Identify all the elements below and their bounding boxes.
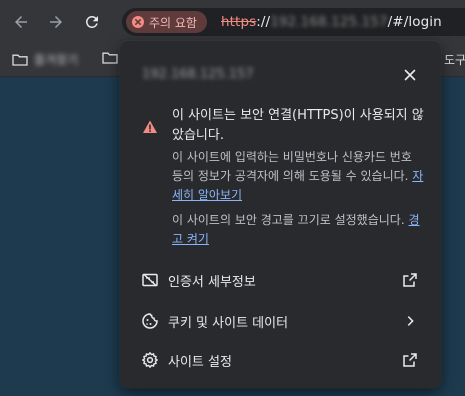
row-label: 쿠키 및 사이트 데이터 [168,315,289,331]
url-protocol: https [221,14,257,30]
cookie-icon [141,312,159,330]
url-host: 192.168.125.157 [270,14,388,30]
security-chip-label: 주의 요함 [149,15,197,30]
open-external-icon [401,271,419,289]
arrow-right-icon [50,16,62,28]
security-warning-text: 이 사이트에 입력하는 비밀번호나 신용카드 번호 등의 정보가 공격자에 의해… [172,150,412,183]
warning-circle-icon [132,16,144,28]
browser-toolbar: 주의 요함 https://192.168.125.157/#/login [0,0,465,44]
warning-triangle-icon [143,120,157,133]
address-bar[interactable]: 주의 요함 https://192.168.125.157/#/login [122,8,465,36]
forward-button[interactable] [43,9,69,35]
page-info-popup: 192.168.125.157 이 사이트는 보안 연결(HTTPS)이 사용되… [120,41,441,388]
site-host: 192.168.125.157 [142,67,254,82]
close-icon [404,69,416,81]
security-warning-body: 이 사이트에 입력하는 비밀번호나 신용카드 번호 등의 정보가 공격자에 의해… [172,148,424,205]
arrow-left-icon [15,16,27,28]
bookmark-tools[interactable]: 도구 [444,51,465,68]
bookmark-label: 즐겨찾기 [34,53,79,67]
back-button[interactable] [8,9,34,35]
cookies-site-data-row[interactable]: 쿠키 및 사이트 데이터 [120,301,441,341]
bookmark-label: 도구 [444,53,465,67]
open-external-icon [401,351,419,369]
security-chip[interactable]: 주의 요함 [126,11,207,33]
reload-button[interactable] [79,9,105,35]
row-label: 인증서 세부정보 [168,274,256,290]
chevron-right-icon [401,312,419,330]
folder-icon [12,54,28,66]
reload-icon [85,15,98,28]
warnings-disabled-text: 이 사이트의 보안 경고를 끄기로 설정했습니다. [172,213,405,227]
url-path: /#/login [387,14,442,30]
certificate-icon [141,271,159,289]
url-text: https://192.168.125.157/#/login [221,14,442,30]
security-warning-title: 이 사이트는 보안 연결(HTTPS)이 사용되지 않았습니다. [172,108,424,143]
folder-icon [102,52,118,64]
bookmark-folder-1[interactable]: 즐겨찾기 [12,51,78,68]
url-separator: :// [256,14,271,30]
close-button[interactable] [400,65,420,85]
settings-gear-icon [141,351,159,369]
certificate-details-row[interactable]: 인증서 세부정보 [120,260,441,300]
warnings-disabled-notice: 이 사이트의 보안 경고를 끄기로 설정했습니다. 경고 켜기 [172,211,424,249]
row-label: 사이트 설정 [168,354,232,370]
site-settings-row[interactable]: 사이트 설정 [120,340,441,380]
